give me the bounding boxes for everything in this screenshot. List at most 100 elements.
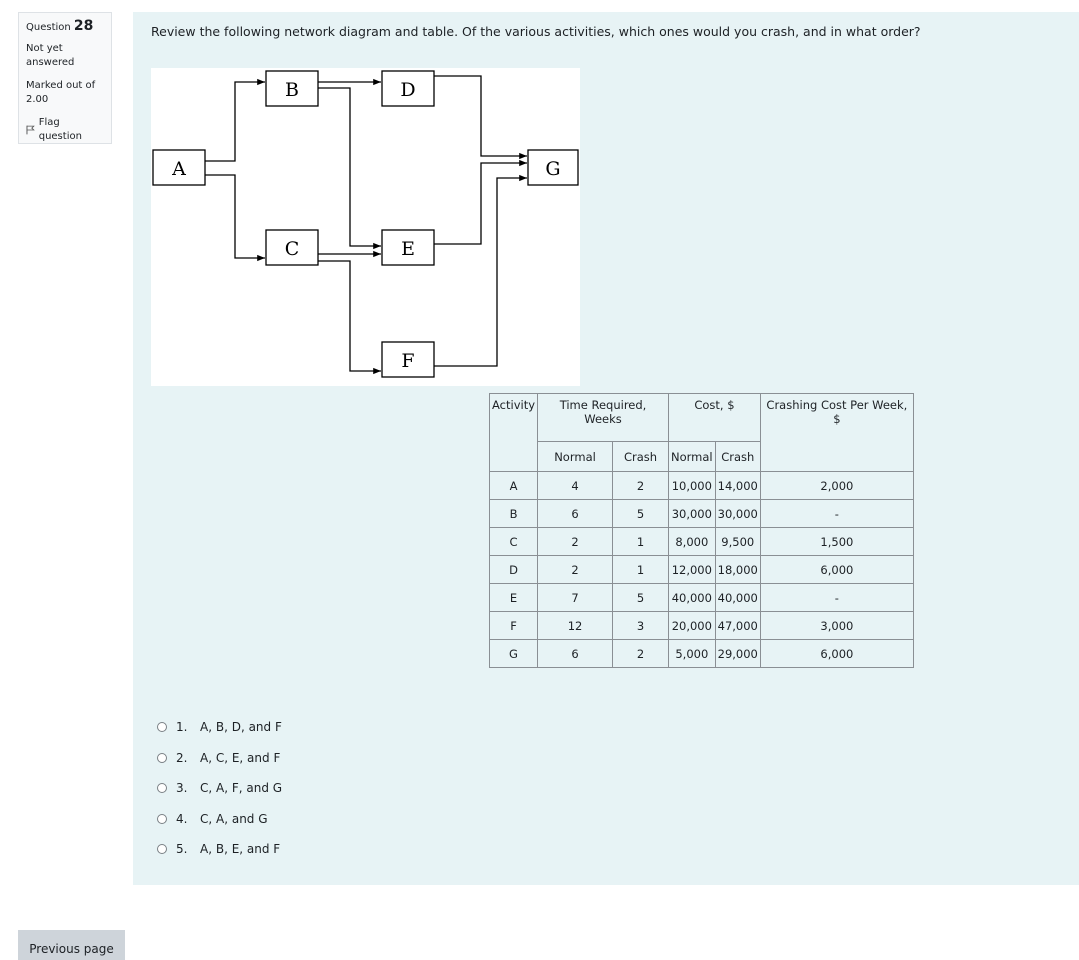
question-number: Question 28 bbox=[26, 19, 104, 35]
crash-cost-table: Activity Time Required, Weeks Cost, $ Cr… bbox=[488, 393, 914, 668]
question-text: Review the following network diagram and… bbox=[151, 24, 921, 39]
node-f-label: F bbox=[401, 350, 414, 372]
header-cost-normal: Normal bbox=[668, 441, 716, 472]
cell-time-crash: 1 bbox=[612, 527, 670, 556]
cell-activity: C bbox=[488, 527, 539, 556]
radio-button[interactable] bbox=[157, 752, 167, 763]
edge-b-e bbox=[318, 87, 381, 250]
cell-time-normal: 12 bbox=[537, 611, 614, 640]
cell-cost-crash: 29,000 bbox=[714, 639, 761, 668]
cell-crashing-cost: 6,000 bbox=[759, 555, 914, 584]
question-grade: Marked out of 2.00 bbox=[26, 80, 96, 105]
cell-cost-normal: 12,000 bbox=[668, 555, 716, 584]
header-time-required: Time Required, Weeks bbox=[537, 393, 670, 442]
cell-time-normal: 7 bbox=[537, 583, 614, 612]
question-content: Review the following network diagram and… bbox=[133, 12, 1079, 885]
cell-cost-crash: 40,000 bbox=[714, 583, 761, 612]
table-row: G 6 2 5,000 29,000 6,000 bbox=[488, 639, 914, 668]
cell-crashing-cost: - bbox=[759, 583, 914, 612]
cell-time-normal: 2 bbox=[537, 555, 614, 584]
table-row: E 7 5 40,000 40,000- bbox=[488, 583, 914, 612]
table-row: A 4 2 10,000 14,000 2,000 bbox=[488, 471, 914, 500]
cell-time-crash: 5 bbox=[612, 583, 670, 612]
answer-option-4[interactable]: 4. C, A, and G bbox=[157, 809, 282, 829]
header-time-crash: Crash bbox=[612, 441, 670, 472]
cell-cost-crash: 47,000 bbox=[714, 611, 761, 640]
answer-option-1[interactable]: 1. A, B, D, and F bbox=[157, 717, 282, 737]
cell-activity: D bbox=[488, 555, 539, 584]
edge-c-f bbox=[318, 260, 381, 375]
network-diagram: A B C D E F G bbox=[151, 68, 580, 386]
cell-cost-crash: 9,500 bbox=[714, 527, 761, 556]
cell-time-crash: 2 bbox=[612, 471, 670, 500]
cell-activity: E bbox=[488, 583, 539, 612]
cell-crashing-cost: 1,500 bbox=[759, 527, 914, 556]
node-b-label: B bbox=[285, 79, 299, 101]
cell-cost-normal: 8,000 bbox=[668, 527, 716, 556]
answer-number: 5. bbox=[176, 842, 188, 856]
flag-question-label: Flag question bbox=[38, 117, 82, 142]
cell-crashing-cost: 3,000 bbox=[759, 611, 914, 640]
previous-page-button[interactable]: Previous page bbox=[18, 930, 125, 960]
cell-time-normal: 2 bbox=[537, 527, 614, 556]
radio-button[interactable] bbox=[157, 844, 167, 854]
node-e-label: E bbox=[401, 238, 415, 260]
cell-crashing-cost: - bbox=[759, 499, 914, 528]
table-row: F 12 3 20,000 47,000 3,000 bbox=[488, 611, 914, 640]
node-a-label: A bbox=[171, 158, 186, 180]
cell-cost-normal: 30,000 bbox=[668, 499, 716, 528]
question-number-value: 28 bbox=[73, 18, 94, 34]
header-time-normal: Normal bbox=[537, 441, 614, 472]
cell-time-normal: 6 bbox=[537, 499, 614, 528]
cell-cost-crash: 18,000 bbox=[714, 555, 761, 584]
node-g-label: G bbox=[545, 158, 560, 180]
question-info-panel: Question 28 Not yet answered Marked out … bbox=[18, 12, 112, 144]
answer-number: 3. bbox=[176, 781, 188, 795]
answer-number: 4. bbox=[176, 811, 188, 826]
answer-text: C, A, F, and G bbox=[200, 781, 283, 795]
cell-time-normal: 6 bbox=[537, 639, 614, 668]
cell-cost-crash: 14,000 bbox=[714, 471, 761, 500]
table-row: C 2 1 8,000 9,500 1,500 bbox=[488, 527, 914, 556]
radio-button[interactable] bbox=[157, 813, 167, 824]
answer-option-3[interactable]: 3. C, A, F, and G bbox=[157, 778, 282, 798]
answer-text: A, B, E, and F bbox=[200, 842, 281, 856]
cell-crashing-cost: 6,000 bbox=[759, 639, 914, 668]
edge-a-c bbox=[205, 174, 265, 262]
answer-text: A, B, D, and F bbox=[200, 720, 282, 734]
radio-button[interactable] bbox=[157, 783, 167, 793]
cell-time-crash: 5 bbox=[612, 499, 670, 528]
table-body: A 4 2 10,000 14,000 2,000 B 6 5 30,000 30,000- C 2 1 8… bbox=[488, 471, 914, 668]
cell-cost-normal: 40,000 bbox=[668, 583, 716, 612]
cell-cost-normal: 20,000 bbox=[668, 611, 716, 640]
header-cost-crash: Crash bbox=[714, 441, 761, 472]
answer-option-5[interactable]: 5. A, B, E, and F bbox=[157, 839, 282, 859]
answer-text: C, A, and G bbox=[200, 811, 268, 826]
radio-button[interactable] bbox=[157, 722, 167, 732]
cell-time-normal: 4 bbox=[537, 471, 614, 500]
question-state: Not yet answered bbox=[26, 43, 75, 68]
answer-option-2[interactable]: 2. A, C, E, and F bbox=[157, 748, 282, 768]
header-activity: Activity bbox=[488, 393, 539, 472]
edge-d-g bbox=[434, 75, 527, 160]
table-row: B 6 5 30,000 30,000- bbox=[488, 499, 914, 528]
answer-options: 1. A, B, D, and F 2. A, C, E, and F 3. C… bbox=[157, 717, 282, 870]
answer-text: A, C, E, and F bbox=[200, 750, 281, 765]
cell-time-crash: 3 bbox=[612, 611, 670, 640]
cell-time-crash: 2 bbox=[612, 639, 670, 668]
node-d-label: D bbox=[400, 79, 415, 101]
flag-question-link[interactable]: Flag question bbox=[26, 116, 104, 144]
edge-a-b bbox=[205, 78, 265, 162]
header-crashing-cost: Crashing Cost Per Week, $ bbox=[759, 393, 914, 472]
header-cost: Cost, $ bbox=[668, 393, 761, 442]
table-row: D 2 1 12,000 18,000 6,000 bbox=[488, 555, 914, 584]
cell-cost-normal: 10,000 bbox=[668, 471, 716, 500]
cell-activity: B bbox=[488, 499, 539, 528]
cell-time-crash: 1 bbox=[612, 555, 670, 584]
answer-number: 2. bbox=[176, 750, 188, 765]
answer-number: 1. bbox=[176, 720, 188, 734]
flag-icon bbox=[26, 125, 35, 135]
edge-e-g bbox=[434, 159, 527, 245]
cell-activity: G bbox=[488, 639, 539, 668]
question-label: Question bbox=[26, 22, 71, 33]
